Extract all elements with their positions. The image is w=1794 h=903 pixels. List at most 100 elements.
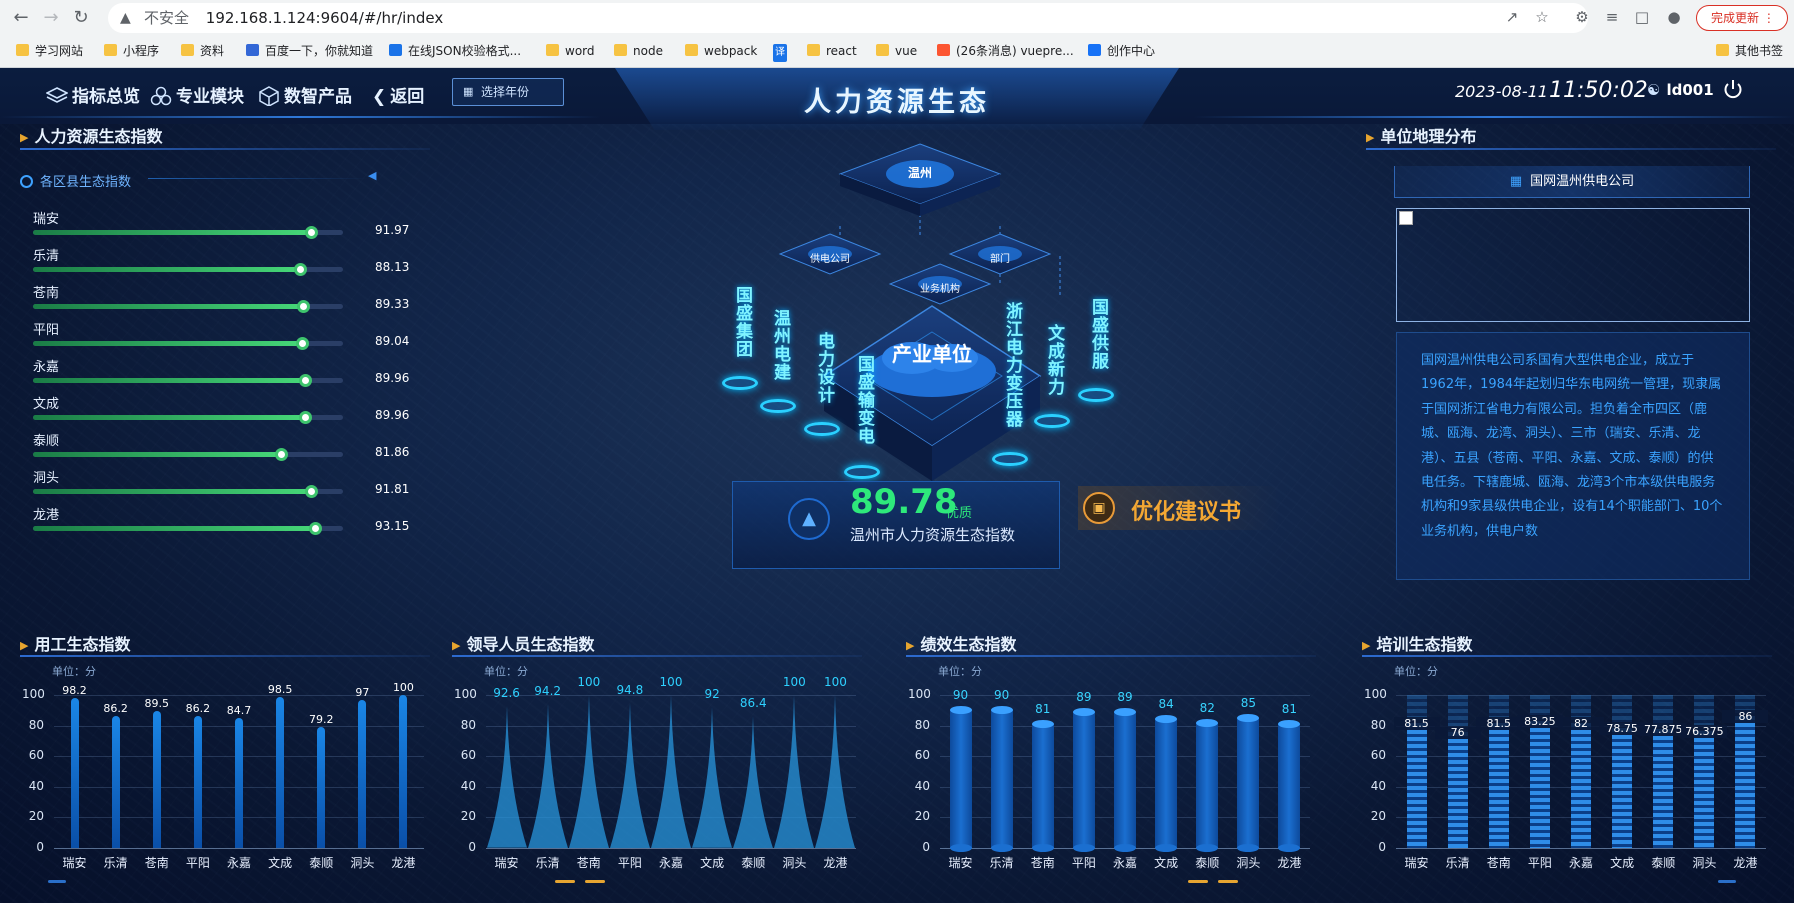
chart-bar[interactable] bbox=[1155, 715, 1178, 852]
profile-icon[interactable]: ● bbox=[1662, 5, 1686, 29]
chart-bar[interactable] bbox=[990, 706, 1013, 852]
district-knob[interactable] bbox=[305, 226, 319, 239]
bookmark-item[interactable]: 译 bbox=[773, 42, 787, 62]
nav-products[interactable]: 数智产品 bbox=[258, 82, 352, 107]
bookmark-item[interactable]: (26条消息) vuepre... bbox=[937, 42, 1074, 60]
chart-spike[interactable] bbox=[733, 715, 774, 848]
unit-label[interactable]: 温州电建 bbox=[768, 309, 793, 393]
share-icon[interactable]: ↗ bbox=[1500, 5, 1524, 29]
bookmark-item[interactable]: 学习网站 bbox=[16, 42, 83, 60]
district-knob[interactable] bbox=[297, 300, 311, 313]
back-icon[interactable]: ← bbox=[8, 5, 34, 31]
user-display[interactable]: ☯ ld001 bbox=[1647, 81, 1714, 99]
chart-bar[interactable] bbox=[1196, 718, 1219, 852]
district-track bbox=[33, 411, 343, 424]
x-tick-label: 瑞安 bbox=[1404, 856, 1429, 870]
chart-bar[interactable] bbox=[235, 718, 243, 848]
district-knob[interactable] bbox=[296, 337, 310, 350]
chart-spike[interactable] bbox=[527, 703, 568, 848]
district-track bbox=[33, 448, 343, 461]
chart-spike[interactable] bbox=[609, 702, 650, 848]
chart-bar[interactable] bbox=[152, 711, 161, 848]
chart-spike[interactable] bbox=[692, 707, 733, 848]
chart-bar[interactable] bbox=[1488, 723, 1509, 848]
chart-bar[interactable] bbox=[70, 697, 79, 848]
nav-modules[interactable]: 专业模块 bbox=[150, 82, 244, 107]
chart-spike[interactable] bbox=[774, 695, 815, 848]
chart-bar[interactable] bbox=[1072, 707, 1095, 852]
forward-icon[interactable]: → bbox=[38, 5, 64, 31]
district-knob[interactable] bbox=[304, 485, 318, 498]
bookmark-item[interactable]: node bbox=[614, 42, 663, 60]
district-knob[interactable] bbox=[293, 263, 307, 276]
bookmark-item[interactable]: react bbox=[807, 42, 857, 60]
data-label: 82 bbox=[1558, 716, 1604, 730]
back-button[interactable]: ❮ 返回 bbox=[372, 82, 424, 107]
chart-bar[interactable] bbox=[1114, 707, 1136, 852]
bookmark-label: webpack bbox=[704, 44, 758, 58]
district-knob[interactable] bbox=[275, 448, 288, 461]
district-knob[interactable] bbox=[299, 411, 313, 424]
update-button[interactable]: 完成更新 ⋮ bbox=[1696, 5, 1788, 31]
bookmark-item[interactable]: webpack bbox=[685, 42, 757, 60]
bookmark-item[interactable]: vue bbox=[876, 42, 917, 60]
triangle-icon: ▶ bbox=[20, 639, 29, 652]
nav-overview[interactable]: 指标总览 bbox=[45, 82, 140, 107]
divider bbox=[0, 116, 600, 118]
star-icon[interactable]: ☆ bbox=[1530, 5, 1554, 29]
reload-icon[interactable]: ↻ bbox=[68, 5, 94, 31]
y-tick: 100 bbox=[1364, 687, 1387, 701]
chart-spike[interactable] bbox=[815, 695, 856, 848]
chart-title: ▶ 用工生态指数 bbox=[20, 631, 130, 655]
bookmark-item[interactable]: 资料 bbox=[181, 42, 224, 60]
chart-bar[interactable] bbox=[1031, 720, 1054, 852]
bookmark-item[interactable]: 创作中心 bbox=[1088, 42, 1155, 60]
bookmark-item[interactable]: 在线JSON校验格式... bbox=[389, 42, 521, 60]
power-icon[interactable] bbox=[1722, 78, 1744, 100]
chart-bar[interactable] bbox=[193, 716, 202, 848]
chart-bar[interactable] bbox=[1735, 716, 1756, 848]
district-knob[interactable] bbox=[299, 374, 313, 387]
chart-bar[interactable] bbox=[317, 726, 326, 848]
chart-bar[interactable] bbox=[276, 697, 285, 848]
year-select[interactable]: ▦ 选择年份 bbox=[452, 78, 564, 106]
chart-bar[interactable] bbox=[1406, 723, 1427, 848]
data-label: 89 bbox=[1117, 689, 1133, 704]
chart-bar[interactable] bbox=[1653, 728, 1674, 848]
triangle-icon: ▶ bbox=[1366, 131, 1375, 144]
advice-label[interactable]: 优化建议书 bbox=[1131, 494, 1241, 526]
unit-label[interactable]: 国盛供服 bbox=[1086, 298, 1111, 382]
section-title-hr-index: ▶ 人力资源生态指数 bbox=[20, 123, 162, 147]
chart-bar[interactable] bbox=[949, 706, 972, 852]
unit-label[interactable]: 国盛输变电 bbox=[852, 355, 877, 459]
date-display: 2023-08-11 bbox=[1455, 82, 1548, 101]
reading-list-icon[interactable]: ≡ bbox=[1600, 5, 1624, 29]
extensions-icon[interactable]: ⚙ bbox=[1570, 5, 1594, 29]
bookmark-item[interactable]: 小程序 bbox=[104, 42, 159, 60]
chart-bar[interactable] bbox=[358, 699, 367, 848]
bookmark-item[interactable]: word bbox=[546, 42, 595, 60]
chart-bar[interactable] bbox=[1529, 720, 1550, 848]
chart-spike[interactable] bbox=[486, 706, 527, 848]
district-knob[interactable] bbox=[308, 522, 322, 535]
unit-label[interactable]: 电力设计 bbox=[812, 332, 837, 416]
chart-spike[interactable] bbox=[651, 695, 691, 848]
chart-bar[interactable] bbox=[1694, 731, 1715, 848]
address-bar[interactable]: ▲ 不安全 192.168.1.124:9604/#/hr/index bbox=[108, 3, 1588, 33]
chart-bar[interactable] bbox=[111, 716, 120, 848]
chart-bar[interactable] bbox=[399, 695, 408, 848]
bookmark-item[interactable]: 百度一下，你就知道 bbox=[246, 42, 373, 60]
divider bbox=[1194, 116, 1794, 118]
bookmark-item[interactable]: 其他书签 bbox=[1716, 42, 1783, 60]
chart-bar[interactable] bbox=[1571, 722, 1591, 848]
chart-bar[interactable] bbox=[1278, 720, 1301, 852]
unit-label[interactable]: 浙江电力变压器 bbox=[1000, 302, 1025, 446]
unit-label[interactable]: 国盛集团 bbox=[730, 286, 755, 370]
chart-bar[interactable] bbox=[1237, 713, 1260, 852]
unit-label[interactable]: 文成新力 bbox=[1042, 324, 1067, 408]
chart-spike[interactable] bbox=[568, 695, 609, 848]
chart-bar[interactable] bbox=[1612, 727, 1633, 848]
sidebar-icon[interactable]: □ bbox=[1630, 5, 1654, 29]
x-axis bbox=[54, 848, 424, 849]
chart-bar[interactable] bbox=[1447, 731, 1468, 848]
